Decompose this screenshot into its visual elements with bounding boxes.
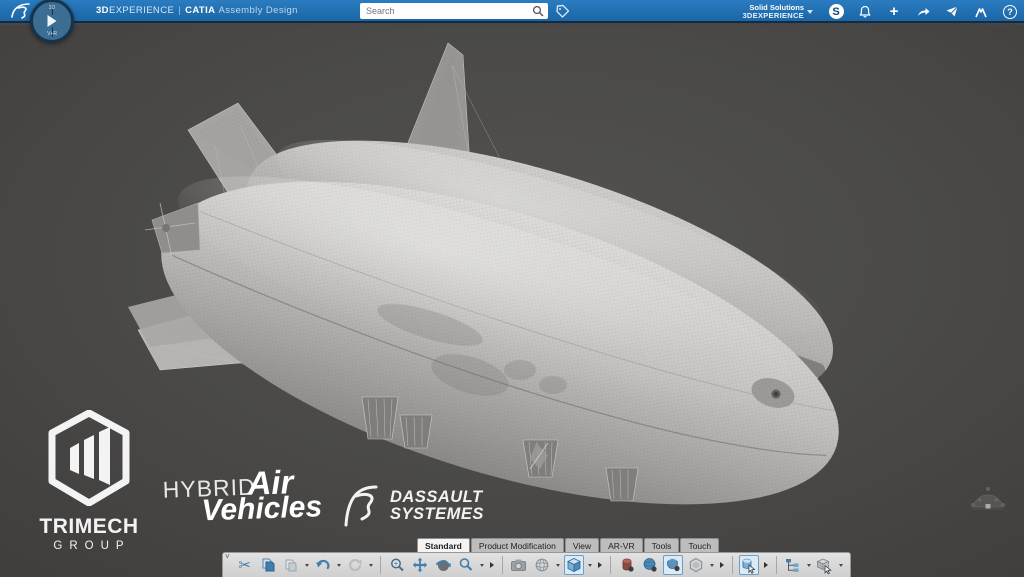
robot-compass-widget[interactable] <box>968 483 1008 517</box>
action-bar-tabs: Standard Product Modification View AR-VR… <box>417 538 720 552</box>
action-bar-tools: ˅ ✂ <box>222 552 851 577</box>
tab-product-modification[interactable]: Product Modification <box>471 538 564 552</box>
airship-model[interactable] <box>0 25 1024 577</box>
view-tools-expand-arrow[interactable] <box>490 562 494 568</box>
view-cube-dropdown-caret[interactable] <box>588 564 592 567</box>
3dswym-icon[interactable]: S <box>828 4 844 20</box>
capture-camera-icon[interactable] <box>509 555 529 575</box>
brand-experience: EXPERIENCE <box>109 5 174 16</box>
hav-word3: Vehicles <box>201 490 323 528</box>
search-input[interactable] <box>360 3 548 19</box>
swap-visible-space-icon[interactable] <box>663 555 683 575</box>
iso-view-globe-icon[interactable] <box>532 555 552 575</box>
notifications-bell-icon[interactable] <box>857 4 873 20</box>
help-icon[interactable]: ? <box>1002 4 1018 20</box>
tab-touch[interactable]: Touch <box>680 538 719 552</box>
render-style-hexagon-icon[interactable] <box>686 555 706 575</box>
trimech-name: TRIMECH <box>34 515 144 539</box>
structure-tree-dropdown-caret[interactable] <box>807 564 811 567</box>
search-icon[interactable] <box>532 5 544 17</box>
zoom-icon[interactable] <box>456 555 476 575</box>
visibility-tools-expand-arrow[interactable] <box>720 562 724 568</box>
dassault-line2: SYSTEMES <box>390 506 484 523</box>
undo-icon[interactable] <box>313 555 333 575</box>
select-tool-icon[interactable] <box>739 555 759 575</box>
paste-dropdown-caret[interactable] <box>305 564 309 567</box>
paste-icon[interactable] <box>281 555 301 575</box>
hav-watermark: HYBRIDAir Vehicles <box>162 462 323 529</box>
product-name: CATIA <box>185 5 215 16</box>
share-send-icon[interactable] <box>944 4 960 20</box>
share-reply-icon[interactable] <box>915 4 931 20</box>
3d-viewport[interactable]: TRIMECH GROUP HYBRIDAir Vehicles DASSAUL… <box>0 25 1024 577</box>
component-cube-cursor-icon[interactable] <box>815 555 835 575</box>
select-tools-expand-arrow[interactable] <box>764 562 768 568</box>
toolbar-separator <box>502 556 503 574</box>
dassault-watermark: DASSAULT SYSTEMES <box>340 483 484 529</box>
compass-north-label[interactable]: 3D <box>33 5 71 11</box>
toolbar-separator <box>380 556 381 574</box>
structure-tree-icon[interactable] <box>783 555 803 575</box>
tag-icon[interactable] <box>555 4 570 19</box>
tab-tools[interactable]: Tools <box>644 538 680 552</box>
render-tools-expand-arrow[interactable] <box>598 562 602 568</box>
zoom-fit-icon[interactable] <box>387 555 407 575</box>
cut-icon[interactable]: ✂ <box>235 555 255 575</box>
redo-dropdown-caret[interactable] <box>369 564 373 567</box>
component-dropdown-caret[interactable] <box>839 564 843 567</box>
toolbar-separator <box>732 556 733 574</box>
undo-dropdown-caret[interactable] <box>337 564 341 567</box>
account-menu[interactable]: Solid Solutions 3DEXPERIENCE <box>742 4 813 20</box>
compass-play-icon[interactable] <box>48 15 57 27</box>
compass-south-label[interactable]: V+R <box>33 31 71 37</box>
hide-show-cylinder-icon[interactable] <box>617 555 637 575</box>
add-content-icon[interactable]: + <box>886 4 902 20</box>
tab-standard[interactable]: Standard <box>417 538 470 552</box>
dassault-line1: DASSAULT <box>390 489 484 506</box>
view-cube-icon[interactable] <box>564 555 584 575</box>
trimech-sub: GROUP <box>40 540 144 552</box>
top-bar: 3D V+R 3DEXPERIENCE|CATIA Assembly Desig… <box>0 0 1024 23</box>
account-chevron-icon <box>807 10 813 14</box>
tab-ar-vr[interactable]: AR-VR <box>600 538 642 552</box>
pan-icon[interactable] <box>410 555 430 575</box>
title-divider: | <box>178 5 181 16</box>
iso-view-dropdown-caret[interactable] <box>556 564 560 567</box>
workbench-name: Assembly Design <box>218 5 297 16</box>
dassault-swoosh-icon <box>340 483 384 529</box>
account-platform: 3DEXPERIENCE <box>742 12 804 20</box>
trimech-logo-icon <box>46 410 132 506</box>
trimech-watermark: TRIMECH GROUP <box>34 410 144 552</box>
hide-show-sphere-icon[interactable] <box>640 555 660 575</box>
application-window: 3D V+R 3DEXPERIENCE|CATIA Assembly Desig… <box>0 0 1024 577</box>
render-style-dropdown-caret[interactable] <box>710 564 714 567</box>
app-title: 3DEXPERIENCE | CATIA Assembly Design <box>96 5 298 16</box>
user-profile-icon[interactable] <box>973 4 989 20</box>
copy-icon[interactable] <box>258 555 278 575</box>
toolbar-separator <box>776 556 777 574</box>
tab-view[interactable]: View <box>565 538 599 552</box>
toolbar-separator <box>610 556 611 574</box>
3dexperience-compass[interactable]: 3D V+R <box>30 0 74 43</box>
toolbar-collapse-handle[interactable]: ˅ <box>225 553 230 561</box>
fly-navigate-icon[interactable] <box>433 555 453 575</box>
brand-3d: 3D <box>96 5 109 16</box>
zoom-dropdown-caret[interactable] <box>480 564 484 567</box>
redo-icon[interactable] <box>345 555 365 575</box>
